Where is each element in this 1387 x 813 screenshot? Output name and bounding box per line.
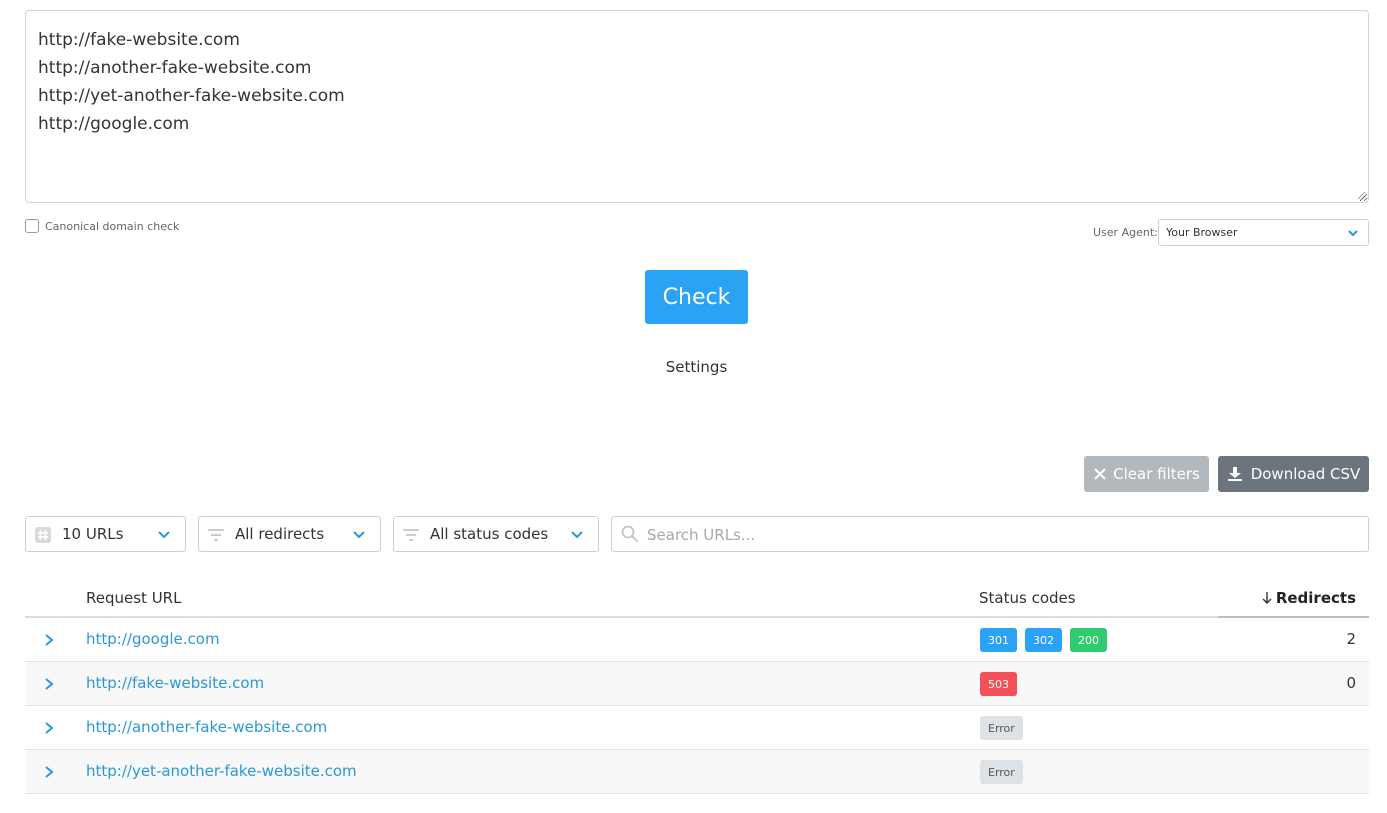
chevron-right-icon[interactable] bbox=[43, 721, 55, 735]
download-icon bbox=[1227, 467, 1242, 481]
settings-link[interactable]: Settings bbox=[666, 358, 728, 376]
arrow-down-icon bbox=[1262, 592, 1272, 604]
filter-icon bbox=[403, 529, 419, 541]
status-codes-cell: 503 bbox=[980, 672, 1017, 696]
status-badge: 301 bbox=[980, 628, 1017, 652]
chevron-down-icon bbox=[1348, 230, 1358, 237]
user-agent-value: Your Browser bbox=[1166, 226, 1238, 239]
redirects-filter-value: All redirects bbox=[235, 525, 325, 543]
settings-toggle: Settings bbox=[0, 358, 1387, 376]
column-header-redirects[interactable]: Redirects bbox=[1276, 589, 1356, 607]
chevron-right-icon[interactable] bbox=[43, 765, 55, 779]
redirects-count: 0 bbox=[1346, 674, 1356, 692]
status-codes-filter-value: All status codes bbox=[430, 525, 549, 543]
table-row: http://yet-another-fake-website.com Error bbox=[25, 750, 1369, 794]
status-badge: 200 bbox=[1070, 628, 1107, 652]
url-input-textarea[interactable]: http://fake-website.com http://another-f… bbox=[25, 10, 1369, 203]
clear-filters-button[interactable]: Clear filters bbox=[1084, 456, 1209, 492]
chevron-down-icon bbox=[571, 531, 583, 539]
download-csv-label: Download CSV bbox=[1250, 465, 1361, 483]
canonical-domain-check[interactable]: Canonical domain check bbox=[25, 219, 179, 233]
status-badge: Error bbox=[980, 760, 1023, 784]
filter-icon bbox=[208, 529, 224, 541]
url-input-line: http://yet-another-fake-website.com bbox=[38, 86, 345, 106]
urls-count-select[interactable]: 10 URLs bbox=[25, 516, 186, 552]
chevron-down-icon bbox=[158, 531, 170, 539]
resize-grip-icon[interactable] bbox=[1356, 190, 1366, 200]
status-badge: 302 bbox=[1025, 628, 1062, 652]
chevron-down-icon bbox=[353, 531, 365, 539]
status-codes-filter-select[interactable]: All status codes bbox=[393, 516, 599, 552]
table-header: Request URL Status codes Redirects bbox=[25, 580, 1369, 618]
request-url-link[interactable]: http://google.com bbox=[86, 630, 220, 648]
download-csv-button[interactable]: Download CSV bbox=[1218, 456, 1369, 492]
status-codes-cell: 301 302 200 bbox=[980, 628, 1107, 652]
status-badge: Error bbox=[980, 716, 1023, 740]
status-codes-cell: Error bbox=[980, 760, 1023, 784]
status-badge: 503 bbox=[980, 672, 1017, 696]
clear-filters-label: Clear filters bbox=[1113, 465, 1200, 483]
table-row: http://fake-website.com 503 0 bbox=[25, 662, 1369, 706]
url-input-line: http://another-fake-website.com bbox=[38, 58, 312, 78]
url-input-line: http://fake-website.com bbox=[38, 30, 240, 50]
hash-icon bbox=[35, 527, 51, 543]
status-codes-cell: Error bbox=[980, 716, 1023, 740]
user-agent-label: User Agent: bbox=[1093, 226, 1158, 239]
close-icon bbox=[1094, 468, 1106, 480]
column-header-status-codes[interactable]: Status codes bbox=[979, 589, 1076, 607]
request-url-link[interactable]: http://another-fake-website.com bbox=[86, 718, 327, 736]
column-header-request-url[interactable]: Request URL bbox=[86, 589, 181, 607]
table-row: http://google.com 301 302 200 2 bbox=[25, 618, 1369, 662]
chevron-right-icon[interactable] bbox=[43, 677, 55, 691]
urls-count-value: 10 URLs bbox=[62, 525, 124, 543]
request-url-link[interactable]: http://fake-website.com bbox=[86, 674, 264, 692]
url-input-line: http://google.com bbox=[38, 114, 190, 134]
request-url-link[interactable]: http://yet-another-fake-website.com bbox=[86, 762, 357, 780]
check-button[interactable]: Check bbox=[645, 270, 748, 324]
canonical-label: Canonical domain check bbox=[45, 219, 180, 233]
table-row: http://another-fake-website.com Error bbox=[25, 706, 1369, 750]
results-table: Request URL Status codes Redirects http:… bbox=[25, 580, 1369, 794]
chevron-right-icon[interactable] bbox=[43, 633, 55, 647]
canonical-checkbox[interactable] bbox=[25, 219, 39, 233]
redirects-filter-select[interactable]: All redirects bbox=[198, 516, 381, 552]
search-box bbox=[611, 516, 1369, 552]
search-icon bbox=[621, 525, 639, 543]
search-input[interactable] bbox=[647, 523, 1347, 547]
user-agent-select[interactable]: Your Browser bbox=[1158, 219, 1369, 246]
redirects-count: 2 bbox=[1346, 630, 1356, 648]
